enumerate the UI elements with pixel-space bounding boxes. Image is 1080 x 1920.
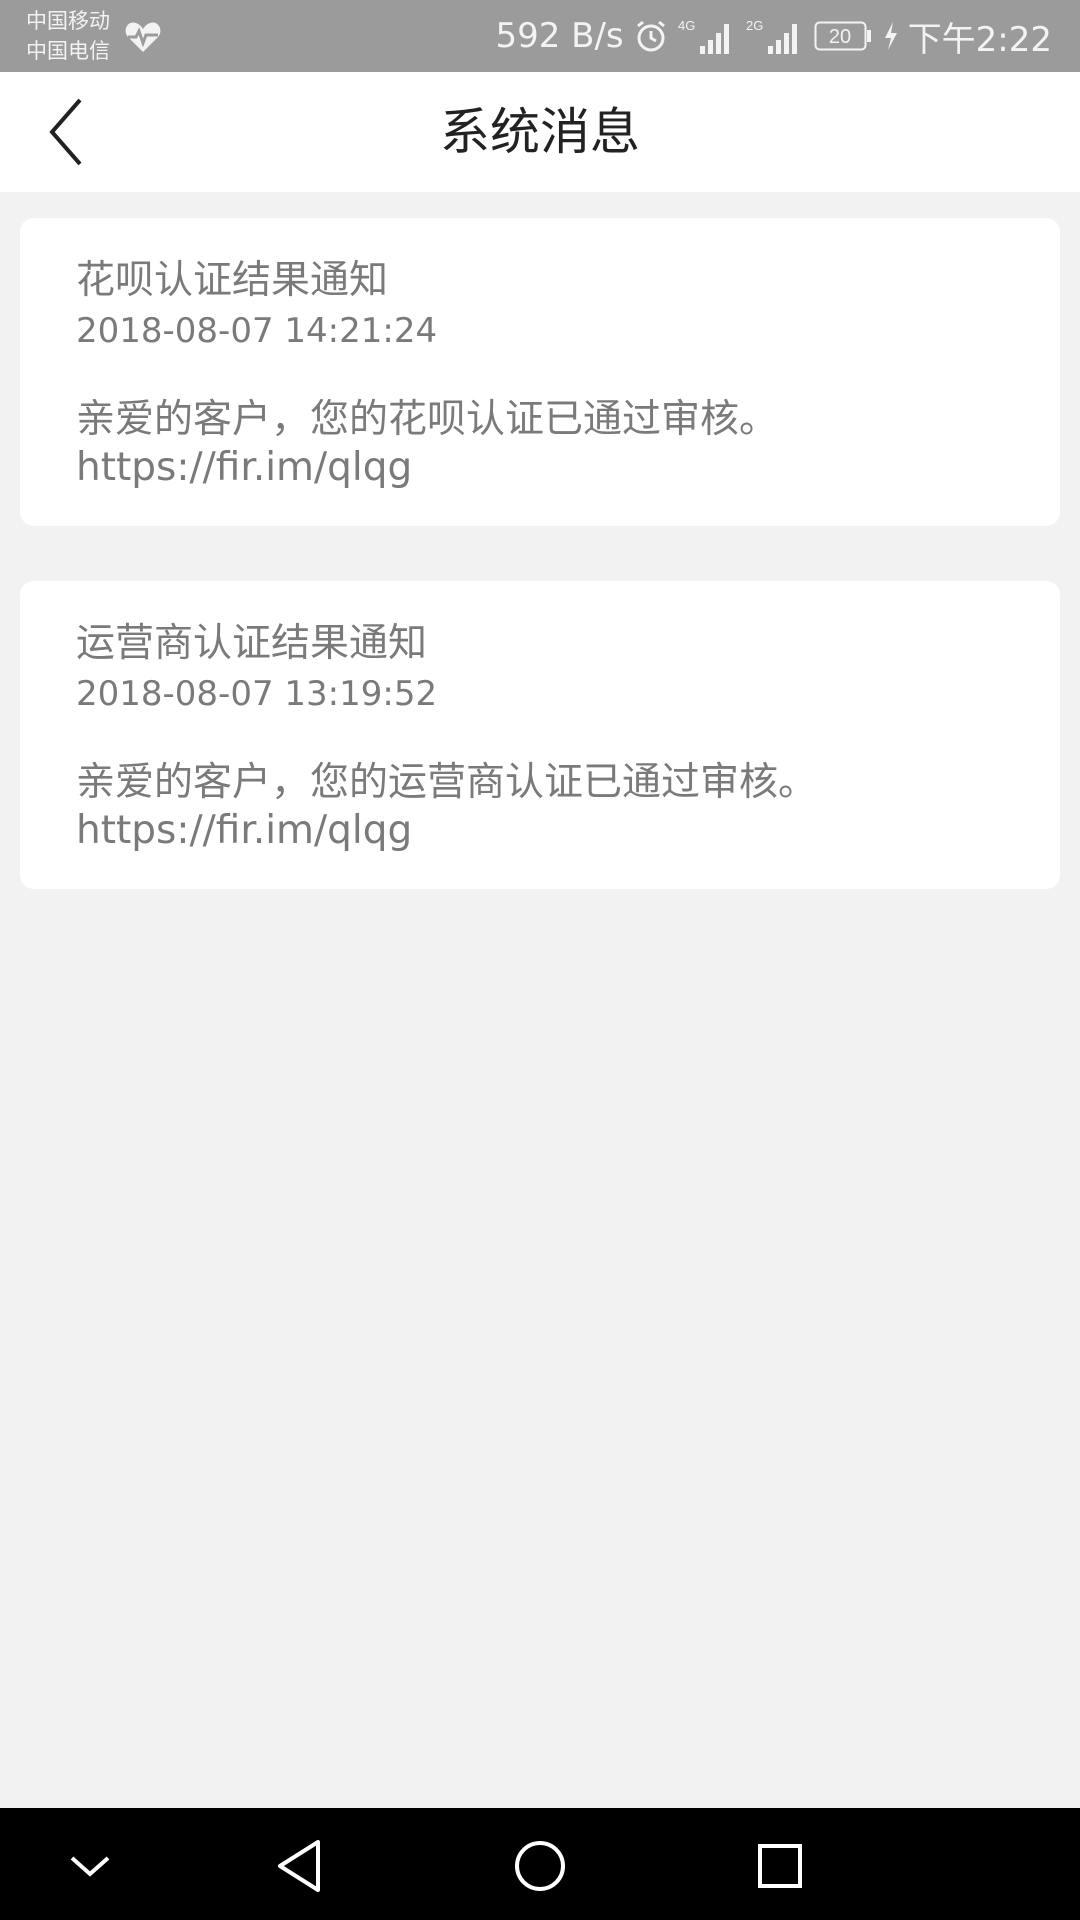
message-text: 亲爱的客户，您的运营商认证已通过审核。	[76, 760, 818, 805]
chevron-down-icon[interactable]	[58, 1834, 122, 1898]
battery-level: 20	[829, 26, 851, 48]
charging-icon	[884, 22, 897, 50]
message-card[interactable]: 运营商认证结果通知 2018-08-07 13:19:52 亲爱的客户，您的运营…	[20, 581, 1060, 889]
status-icons: 592 B/s 4G 2G 20 下午2:22	[495, 12, 1052, 60]
signal-2g-icon: 2G	[746, 18, 797, 54]
message-body: 亲爱的客户，您的花呗认证已通过审核。 https://fir.im/qlqg	[76, 396, 1004, 492]
message-time: 2018-08-07 14:21:24	[76, 311, 438, 351]
carrier-2: 中国电信	[26, 39, 110, 63]
message-card[interactable]: 花呗认证结果通知 2018-08-07 14:21:24 亲爱的客户，您的花呗认…	[20, 218, 1060, 526]
back-triangle-icon[interactable]	[270, 1834, 334, 1898]
page-title: 系统消息	[440, 103, 640, 161]
signal-4g-icon: 4G	[678, 18, 729, 54]
navigation-bar	[0, 1808, 1080, 1920]
signal-2-label: 2G	[746, 18, 763, 33]
message-text: 亲爱的客户，您的花呗认证已通过审核。	[76, 397, 779, 442]
signal-1-label: 4G	[678, 18, 695, 33]
carrier-info: 中国移动 中国电信	[26, 6, 110, 66]
message-link[interactable]: https://fir.im/qlqg	[76, 444, 1004, 492]
heart-monitor-icon	[125, 22, 161, 52]
message-title: 花呗认证结果通知	[76, 258, 389, 303]
battery-icon: 20	[814, 21, 871, 51]
status-bar: 中国移动 中国电信 592 B/s 4G 2G 20 下午2:22	[0, 0, 1080, 72]
message-body: 亲爱的客户，您的运营商认证已通过审核。 https://fir.im/qlqg	[76, 759, 1004, 855]
net-speed: 592 B/s	[495, 16, 624, 56]
home-circle-icon[interactable]	[508, 1834, 572, 1898]
title-bar: 系统消息	[0, 72, 1080, 192]
alarm-icon	[636, 20, 665, 52]
recents-square-icon[interactable]	[748, 1834, 812, 1898]
message-time: 2018-08-07 13:19:52	[76, 674, 438, 714]
message-link[interactable]: https://fir.im/qlqg	[76, 807, 1004, 855]
carrier-1: 中国移动	[26, 9, 110, 33]
message-title: 运营商认证结果通知	[76, 621, 428, 666]
clock-time: 下午2:22	[907, 19, 1052, 60]
